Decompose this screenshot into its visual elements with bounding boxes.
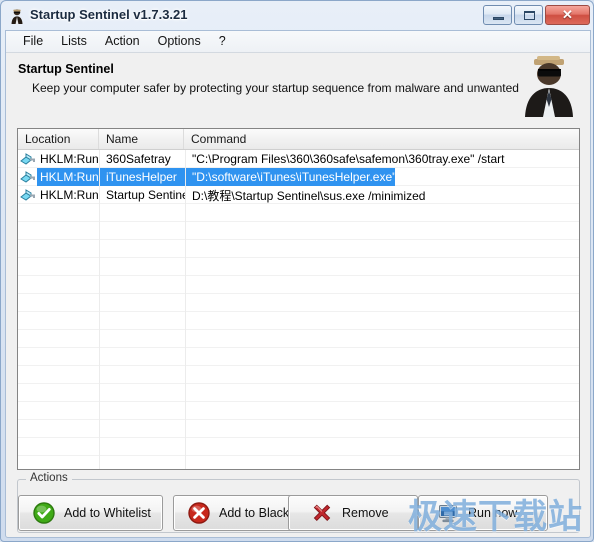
column-header-location[interactable]: Location — [18, 129, 99, 149]
green-check-circle-icon — [33, 502, 55, 524]
list-body: HKLM:Run 360Safetray "C:\Program Files\3… — [18, 150, 579, 469]
table-row[interactable]: HKLM:Run Startup Sentinel D:\教程\Startup … — [18, 186, 579, 204]
sentinel-guard-avatar — [521, 55, 581, 117]
list-header-row: Location Name Command — [18, 129, 579, 150]
window-controls: ✕ — [483, 5, 590, 25]
menu-item-help[interactable]: ? — [210, 32, 235, 51]
close-icon: ✕ — [562, 7, 573, 22]
cell-location: HKLM:Run — [18, 188, 99, 202]
add-to-whitelist-label: Add to Whitelist — [64, 506, 151, 520]
red-cross-icon — [311, 502, 333, 524]
menu-item-file[interactable]: File — [14, 32, 52, 51]
remove-label: Remove — [342, 506, 389, 520]
maximize-icon — [524, 11, 535, 20]
minimize-button[interactable] — [483, 5, 512, 25]
cell-command: D:\教程\Startup Sentinel\sus.exe /minimize… — [192, 188, 426, 203]
column-header-name[interactable]: Name — [99, 129, 184, 149]
registry-key-icon — [20, 189, 36, 202]
header-panel: Startup Sentinel Keep your computer safe… — [6, 54, 590, 124]
maximize-button[interactable] — [514, 5, 543, 25]
minimize-icon — [493, 17, 504, 20]
cell-location-text: HKLM:Run — [40, 152, 99, 166]
app-subheading: Keep your computer safer by protecting y… — [32, 81, 568, 95]
run-now-label: Run now — [468, 506, 518, 520]
close-button[interactable]: ✕ — [545, 5, 590, 25]
monitor-icon — [437, 502, 459, 524]
cell-location-text: HKLM:Run — [40, 188, 99, 202]
add-to-whitelist-button[interactable]: Add to Whitelist — [18, 495, 163, 531]
sentinel-app-icon — [9, 8, 25, 24]
table-row[interactable]: HKLM:Run iTunesHelper "D:\software\iTune… — [18, 168, 579, 186]
column-header-command[interactable]: Command — [184, 129, 578, 149]
registry-key-icon — [20, 171, 36, 184]
cell-command: "D:\software\iTunes\iTunesHelper.exe" — [192, 170, 397, 184]
cell-location: HKLM:Run — [18, 170, 99, 184]
actions-legend: Actions — [26, 472, 72, 484]
title-bar: Startup Sentinel v1.7.3.21 ✕ — [5, 5, 591, 29]
app-heading: Startup Sentinel — [18, 62, 114, 76]
red-x-circle-icon — [188, 502, 210, 524]
cell-name: 360Safetray — [106, 152, 171, 166]
cell-location-text: HKLM:Run — [40, 170, 99, 184]
table-row[interactable]: HKLM:Run 360Safetray "C:\Program Files\3… — [18, 150, 579, 168]
menu-item-action[interactable]: Action — [96, 32, 149, 51]
cell-location: HKLM:Run — [18, 152, 99, 166]
run-now-button[interactable]: Run now — [418, 495, 548, 531]
cell-name: iTunesHelper — [106, 170, 177, 184]
menu-item-lists[interactable]: Lists — [52, 32, 96, 51]
application-window: Startup Sentinel v1.7.3.21 ✕ File Lists … — [0, 0, 594, 542]
window-title: Startup Sentinel v1.7.3.21 — [30, 7, 188, 22]
menu-bar: File Lists Action Options ? — [6, 31, 590, 53]
registry-key-icon — [20, 153, 36, 166]
remove-button[interactable]: Remove — [288, 495, 418, 531]
menu-item-options[interactable]: Options — [149, 32, 210, 51]
cell-name: Startup Sentinel — [106, 188, 185, 202]
startup-entries-list[interactable]: Location Name Command HKLM:Run 360Safetr… — [17, 128, 580, 470]
cell-command: "C:\Program Files\360\360safe\safemon\36… — [192, 152, 505, 166]
client-area: File Lists Action Options ? Startup Sent… — [5, 30, 591, 538]
